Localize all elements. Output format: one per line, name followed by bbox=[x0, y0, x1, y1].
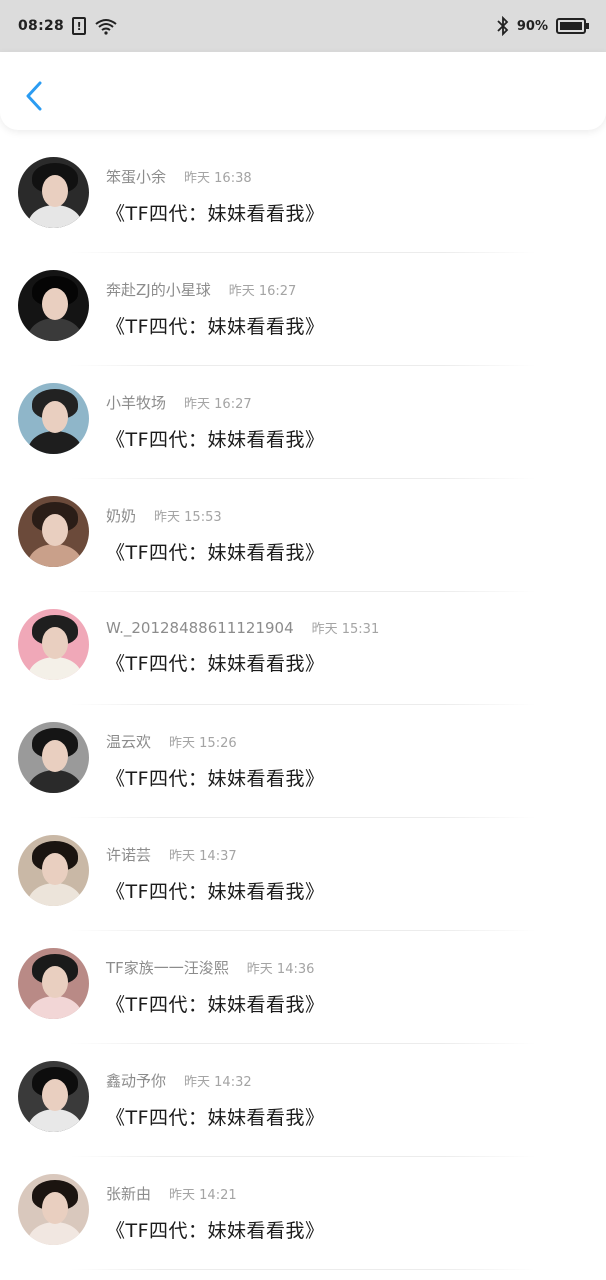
message-content: 许诺芸 昨天 14:37 《TF四代：妹妹看看我》 bbox=[106, 835, 325, 904]
message-content: 奔赴ZJ的小星球 昨天 16:27 《TF四代：妹妹看看我》 bbox=[106, 270, 325, 339]
message-meta: 奔赴ZJ的小星球 昨天 16:27 bbox=[106, 279, 325, 300]
message-text: 《TF四代：妹妹看看我》 bbox=[106, 1107, 325, 1129]
timestamp: 昨天 15:53 bbox=[154, 510, 222, 525]
timestamp: 昨天 16:38 bbox=[184, 171, 252, 186]
list-item[interactable]: TF家族一一汪浚熙 昨天 14:36 《TF四代：妹妹看看我》 bbox=[0, 931, 606, 1044]
bluetooth-icon bbox=[497, 16, 509, 36]
timestamp: 昨天 16:27 bbox=[228, 284, 297, 299]
message-text: 《TF四代：妹妹看看我》 bbox=[106, 429, 325, 451]
list-item[interactable]: 奶奶 昨天 15:53 《TF四代：妹妹看看我》 bbox=[0, 479, 606, 592]
avatar[interactable] bbox=[18, 157, 89, 228]
list-item[interactable]: 鑫动予你 昨天 14:32 《TF四代：妹妹看看我》 bbox=[0, 1044, 606, 1157]
battery-percentage: 90% bbox=[516, 18, 548, 34]
message-text: 《TF四代：妹妹看看我》 bbox=[106, 653, 325, 675]
message-meta: 小羊牧场 昨天 16:27 bbox=[106, 392, 325, 413]
avatar[interactable] bbox=[18, 948, 89, 1019]
timestamp: 昨天 14:36 bbox=[246, 962, 315, 977]
sim-alert-icon: ! bbox=[72, 17, 87, 35]
message-text: 《TF四代：妹妹看看我》 bbox=[106, 542, 325, 564]
status-bar: 08:28 ! 90% bbox=[0, 0, 606, 52]
message-content: 张新由 昨天 14:21 《TF四代：妹妹看看我》 bbox=[106, 1174, 325, 1243]
message-content: TF家族一一汪浚熙 昨天 14:36 《TF四代：妹妹看看我》 bbox=[106, 948, 325, 1017]
avatar[interactable] bbox=[18, 270, 89, 341]
avatar[interactable] bbox=[18, 609, 89, 680]
timestamp: 昨天 15:26 bbox=[169, 736, 237, 751]
username[interactable]: 张新由 bbox=[106, 1183, 151, 1204]
username[interactable]: 温云欢 bbox=[106, 731, 151, 752]
username[interactable]: 笨蛋小余 bbox=[106, 166, 166, 187]
avatar[interactable] bbox=[18, 496, 89, 567]
message-content: 鑫动予你 昨天 14:32 《TF四代：妹妹看看我》 bbox=[106, 1061, 325, 1130]
list-item[interactable]: 笨蛋小余 昨天 16:38 《TF四代：妹妹看看我》 bbox=[0, 140, 606, 253]
username[interactable]: 许诺芸 bbox=[106, 844, 151, 865]
avatar[interactable] bbox=[18, 722, 89, 793]
message-text: 《TF四代：妹妹看看我》 bbox=[106, 316, 325, 338]
back-button[interactable] bbox=[18, 76, 50, 116]
header-bar bbox=[0, 52, 606, 130]
list-item[interactable]: W._20128488611121904 昨天 15:31 《TF四代：妹妹看看我》 bbox=[0, 592, 606, 705]
username[interactable]: 小羊牧场 bbox=[106, 392, 166, 413]
timestamp: 昨天 15:31 bbox=[311, 622, 380, 637]
timestamp: 昨天 14:21 bbox=[169, 1188, 237, 1203]
wifi-icon bbox=[94, 17, 118, 35]
avatar[interactable] bbox=[18, 835, 89, 906]
message-text: 《TF四代：妹妹看看我》 bbox=[106, 881, 325, 903]
message-meta: 鑫动予你 昨天 14:32 bbox=[106, 1070, 325, 1091]
list-item[interactable]: 小羊牧场 昨天 16:27 《TF四代：妹妹看看我》 bbox=[0, 366, 606, 479]
message-meta: 许诺芸 昨天 14:37 bbox=[106, 844, 325, 865]
message-meta: 奶奶 昨天 15:53 bbox=[106, 505, 325, 526]
timestamp: 昨天 14:32 bbox=[184, 1075, 252, 1090]
message-meta: 温云欢 昨天 15:26 bbox=[106, 731, 325, 752]
message-content: 小羊牧场 昨天 16:27 《TF四代：妹妹看看我》 bbox=[106, 383, 325, 452]
message-content: 奶奶 昨天 15:53 《TF四代：妹妹看看我》 bbox=[106, 496, 325, 565]
list-item[interactable]: 张新由 昨天 14:21 《TF四代：妹妹看看我》 bbox=[0, 1157, 606, 1270]
message-meta: W._20128488611121904 昨天 15:31 bbox=[106, 618, 379, 637]
avatar[interactable] bbox=[18, 1174, 89, 1245]
message-content: W._20128488611121904 昨天 15:31 《TF四代：妹妹看看我》 bbox=[106, 609, 379, 676]
message-text: 《TF四代：妹妹看看我》 bbox=[106, 1220, 325, 1242]
message-list: 笨蛋小余 昨天 16:38 《TF四代：妹妹看看我》 奔赴ZJ的小星球 昨天 16:27… bbox=[0, 140, 606, 1270]
username[interactable]: W._20128488611121904 bbox=[106, 619, 294, 637]
message-content: 笨蛋小余 昨天 16:38 《TF四代：妹妹看看我》 bbox=[106, 157, 325, 226]
list-item[interactable]: 许诺芸 昨天 14:37 《TF四代：妹妹看看我》 bbox=[0, 818, 606, 931]
username[interactable]: 奔赴ZJ的小星球 bbox=[106, 279, 211, 300]
username[interactable]: 奶奶 bbox=[106, 505, 136, 526]
message-text: 《TF四代：妹妹看看我》 bbox=[106, 768, 325, 790]
list-item[interactable]: 温云欢 昨天 15:26 《TF四代：妹妹看看我》 bbox=[0, 705, 606, 818]
message-meta: 笨蛋小余 昨天 16:38 bbox=[106, 166, 325, 187]
status-left: 08:28 ! bbox=[18, 17, 118, 35]
chevron-left-icon bbox=[26, 81, 42, 111]
status-time: 08:28 bbox=[18, 18, 65, 34]
timestamp: 昨天 14:37 bbox=[169, 849, 237, 864]
message-meta: 张新由 昨天 14:21 bbox=[106, 1183, 325, 1204]
username[interactable]: 鑫动予你 bbox=[106, 1070, 166, 1091]
timestamp: 昨天 16:27 bbox=[184, 397, 252, 412]
avatar[interactable] bbox=[18, 383, 89, 454]
message-meta: TF家族一一汪浚熙 昨天 14:36 bbox=[106, 957, 325, 978]
avatar[interactable] bbox=[18, 1061, 89, 1132]
divider bbox=[70, 1269, 536, 1270]
username[interactable]: TF家族一一汪浚熙 bbox=[106, 957, 229, 978]
message-text: 《TF四代：妹妹看看我》 bbox=[106, 203, 325, 225]
message-content: 温云欢 昨天 15:26 《TF四代：妹妹看看我》 bbox=[106, 722, 325, 791]
status-right: 90% bbox=[497, 16, 590, 36]
list-item[interactable]: 奔赴ZJ的小星球 昨天 16:27 《TF四代：妹妹看看我》 bbox=[0, 253, 606, 366]
message-text: 《TF四代：妹妹看看我》 bbox=[106, 994, 325, 1016]
battery-icon bbox=[556, 17, 590, 35]
